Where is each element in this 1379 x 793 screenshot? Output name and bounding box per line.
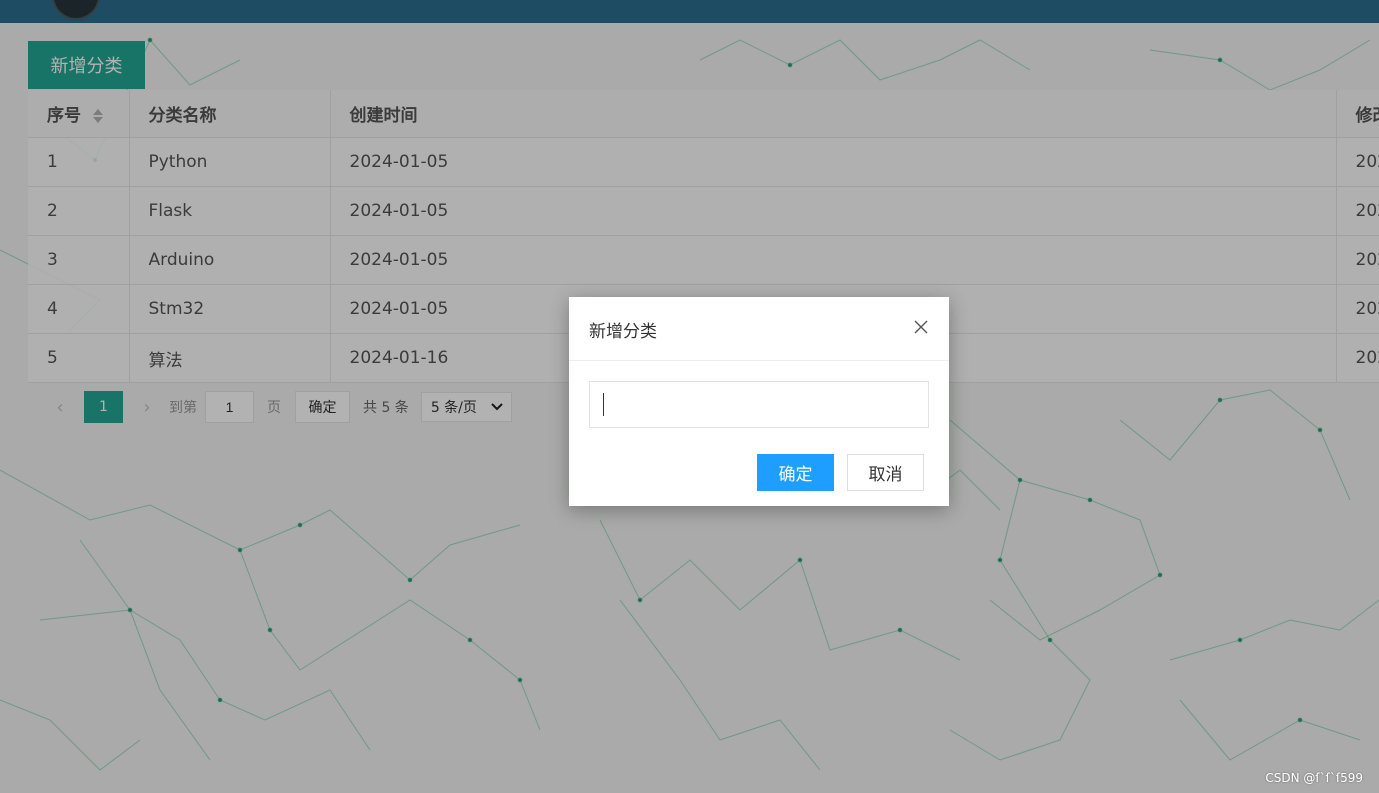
dialog-title: 新增分类 <box>589 322 657 342</box>
dialog-confirm-button[interactable]: 确定 <box>757 454 834 491</box>
watermark: CSDN @ſ`ſ`ſ599 <box>1265 771 1363 785</box>
category-name-field[interactable] <box>589 381 929 428</box>
add-category-dialog: 新增分类 确定 取消 <box>569 297 949 506</box>
dialog-cancel-button[interactable]: 取消 <box>847 454 924 491</box>
text-caret <box>603 393 604 416</box>
category-name-input[interactable] <box>590 382 928 427</box>
close-icon[interactable] <box>913 319 929 335</box>
dialog-header: 新增分类 <box>569 297 949 361</box>
